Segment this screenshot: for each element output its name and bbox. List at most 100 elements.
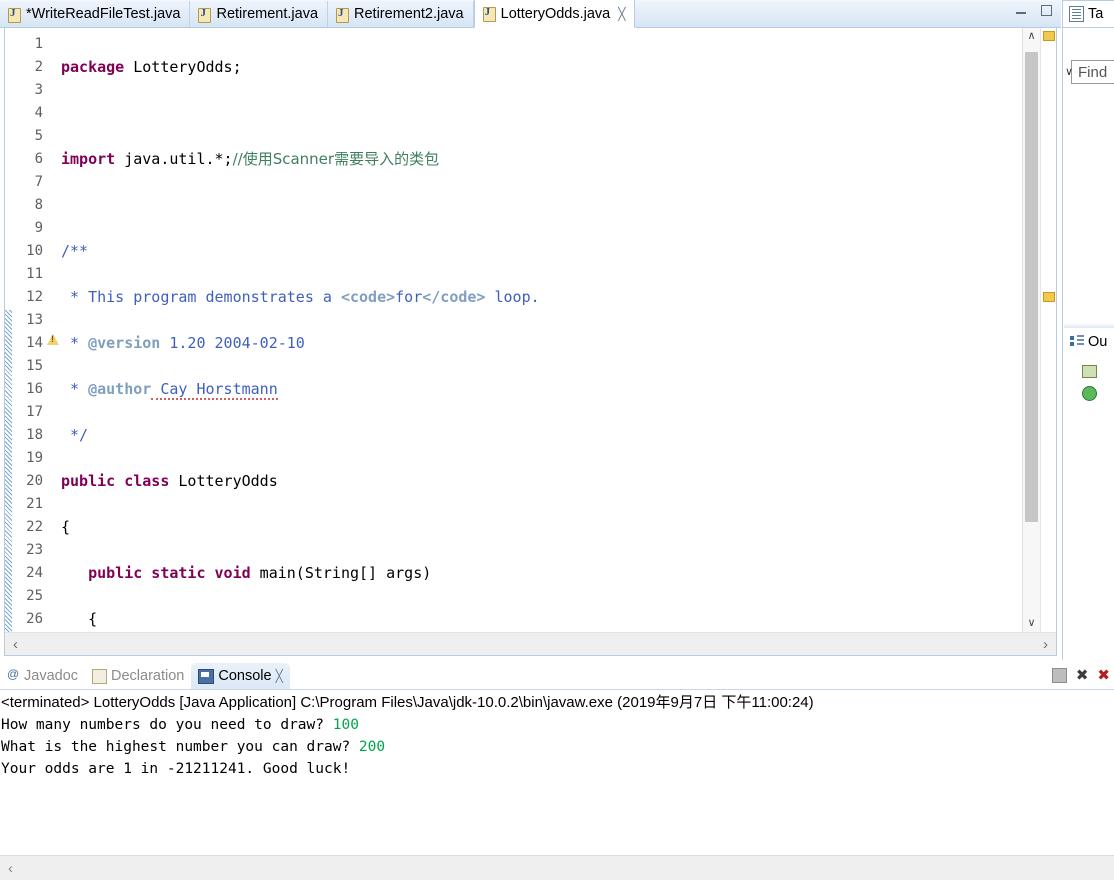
scroll-up-arrow-icon[interactable]: ∧ bbox=[1023, 28, 1040, 45]
line-number: 8 bbox=[34, 197, 43, 213]
javadoc-open: /** bbox=[61, 242, 89, 260]
line-number: 22 bbox=[26, 519, 43, 535]
tab-label: Console bbox=[218, 668, 272, 684]
warning-icon[interactable] bbox=[46, 332, 60, 346]
brace: { bbox=[61, 518, 71, 536]
package-icon bbox=[1082, 364, 1097, 378]
javadoc-version-value: 1.20 2004-02-10 bbox=[160, 334, 305, 352]
task-list-icon bbox=[1069, 6, 1084, 22]
javadoc-text: for bbox=[395, 288, 423, 306]
line-number: 13 bbox=[26, 312, 43, 328]
console-output[interactable]: <terminated> LotteryOdds [Java Applicati… bbox=[0, 690, 1114, 855]
editor-tab-retirement2[interactable]: Retirement2.java bbox=[328, 1, 474, 27]
remove-all-terminated-icon[interactable]: ✖ bbox=[1097, 666, 1110, 684]
code-line-10: public class LotteryOdds bbox=[61, 470, 1022, 493]
keyword-class: class bbox=[115, 472, 170, 490]
line-number: 15 bbox=[26, 358, 43, 374]
code-line-8: * @author Cay Horstmann bbox=[61, 378, 1022, 401]
console-prompt: Your odds are 1 in -21211241. Good luck! bbox=[1, 761, 351, 777]
editor-tabbar: *WriteReadFileTest.java Retirement.java … bbox=[0, 0, 1061, 28]
change-marker bbox=[5, 310, 12, 632]
close-icon[interactable]: ╳ bbox=[618, 8, 625, 20]
terminate-icon[interactable] bbox=[1051, 667, 1067, 683]
scroll-left-arrow-icon[interactable]: ‹ bbox=[8, 860, 13, 877]
line-number: 25 bbox=[26, 588, 43, 604]
line-number-ruler: 1 2 3 4 5 6 7 8 9 10 11 12 13 14 15 16 1… bbox=[12, 28, 45, 632]
chevron-down-icon[interactable]: ∨ bbox=[1065, 65, 1073, 78]
editor-tab-retirement[interactable]: Retirement.java bbox=[190, 1, 329, 27]
editor-change-bar bbox=[5, 28, 12, 632]
console-input-echo: 200 bbox=[358, 739, 386, 755]
declaration-icon bbox=[92, 668, 108, 684]
java-file-icon bbox=[482, 6, 496, 22]
maximize-icon[interactable] bbox=[1040, 4, 1053, 17]
line-number: 3 bbox=[34, 82, 43, 98]
code-line-12: public static void main(String[] args) bbox=[61, 562, 1022, 585]
annotation-ruler bbox=[45, 28, 61, 632]
line-number: 18 bbox=[26, 427, 43, 443]
brace: { bbox=[61, 610, 98, 628]
right-dock: Ta Find Ou ∨ bbox=[1061, 0, 1114, 660]
line-number: 26 bbox=[26, 611, 43, 627]
code-line-9: */ bbox=[61, 424, 1022, 447]
tab-javadoc[interactable]: Javadoc bbox=[0, 663, 85, 689]
editor-tab-writereadfiletest[interactable]: *WriteReadFileTest.java bbox=[0, 1, 191, 27]
line-number: 23 bbox=[26, 542, 43, 558]
code-line-1: package LotteryOdds; bbox=[61, 56, 1022, 79]
overview-warning-marker[interactable] bbox=[1043, 292, 1055, 302]
bottom-view-tabbar: Javadoc Declaration Console ╳ ✖ ✖ bbox=[0, 660, 1114, 689]
line-number: 20 bbox=[26, 473, 43, 489]
line-number: 17 bbox=[26, 404, 43, 420]
editor-body[interactable]: 1 2 3 4 5 6 7 8 9 10 11 12 13 14 15 16 1… bbox=[5, 28, 1056, 632]
remove-launch-icon[interactable]: ✖ bbox=[1076, 666, 1089, 684]
console-line: What is the highest number you can draw?… bbox=[1, 736, 1114, 758]
line-number: 21 bbox=[26, 496, 43, 512]
method-signature: main(String[] args) bbox=[250, 564, 432, 582]
task-list-tabbar: Ta bbox=[1062, 0, 1114, 28]
task-list-body: Find Ou ∨ bbox=[1062, 28, 1114, 660]
editor-vertical-scrollbar[interactable]: ∧ ∨ bbox=[1022, 28, 1040, 632]
editor-horizontal-scrollbar[interactable]: ‹ › bbox=[5, 632, 1056, 655]
scroll-left-arrow-icon[interactable]: ‹ bbox=[13, 636, 18, 653]
tab-label: Javadoc bbox=[24, 668, 79, 684]
javadoc-author-value: Cay Horstmann bbox=[151, 380, 278, 400]
tab-outline[interactable]: Ou bbox=[1064, 328, 1114, 355]
find-input[interactable]: Find bbox=[1071, 60, 1114, 84]
keyword-public: public bbox=[61, 472, 116, 490]
line-number: 1 bbox=[34, 36, 43, 52]
line-number: 5 bbox=[34, 128, 43, 144]
tab-task-list[interactable]: Ta bbox=[1062, 0, 1114, 27]
keyword-static: static bbox=[142, 564, 206, 582]
scrollbar-thumb[interactable] bbox=[1025, 52, 1038, 522]
line-number: 16 bbox=[26, 381, 43, 397]
outline-item-class[interactable] bbox=[1064, 382, 1114, 404]
import-name: java.util.*; bbox=[115, 150, 233, 168]
editor-tab-lotteryodds[interactable]: LotteryOdds.java ╳ bbox=[473, 0, 636, 28]
scroll-right-arrow-icon[interactable]: › bbox=[1043, 636, 1048, 653]
line-number: 12 bbox=[26, 289, 43, 305]
overview-ruler[interactable] bbox=[1040, 28, 1056, 632]
javadoc-author-tag: @author bbox=[88, 380, 152, 398]
minimize-icon[interactable] bbox=[1015, 4, 1028, 17]
overview-warning-marker[interactable] bbox=[1043, 31, 1055, 41]
editor-tab-label: Retirement2.java bbox=[354, 6, 464, 22]
bottom-horizontal-scrollbar[interactable]: ‹ bbox=[0, 855, 1114, 880]
task-list-tab-label: Ta bbox=[1088, 6, 1104, 22]
console-prompt: What is the highest number you can draw? bbox=[1, 739, 359, 755]
outline-tab-label: Ou bbox=[1088, 333, 1108, 350]
source-code-area[interactable]: package LotteryOdds; import java.util.*;… bbox=[61, 28, 1022, 632]
keyword-package: package bbox=[61, 58, 125, 76]
editor-frame: 1 2 3 4 5 6 7 8 9 10 11 12 13 14 15 16 1… bbox=[4, 28, 1057, 656]
close-icon[interactable]: ╳ bbox=[276, 669, 283, 683]
line-number: 7 bbox=[34, 174, 43, 190]
code-line-6: * This program demonstrates a <code>for<… bbox=[61, 286, 1022, 309]
tab-declaration[interactable]: Declaration bbox=[85, 663, 191, 689]
code-line-13: { bbox=[61, 608, 1022, 631]
scroll-down-arrow-icon[interactable]: ∨ bbox=[1023, 615, 1040, 632]
tab-console[interactable]: Console ╳ bbox=[191, 663, 290, 689]
line-number: 14 bbox=[26, 335, 43, 351]
outline-item-package[interactable] bbox=[1064, 360, 1114, 382]
console-toolbar: ✖ ✖ bbox=[1051, 666, 1110, 684]
java-file-icon bbox=[197, 7, 212, 23]
